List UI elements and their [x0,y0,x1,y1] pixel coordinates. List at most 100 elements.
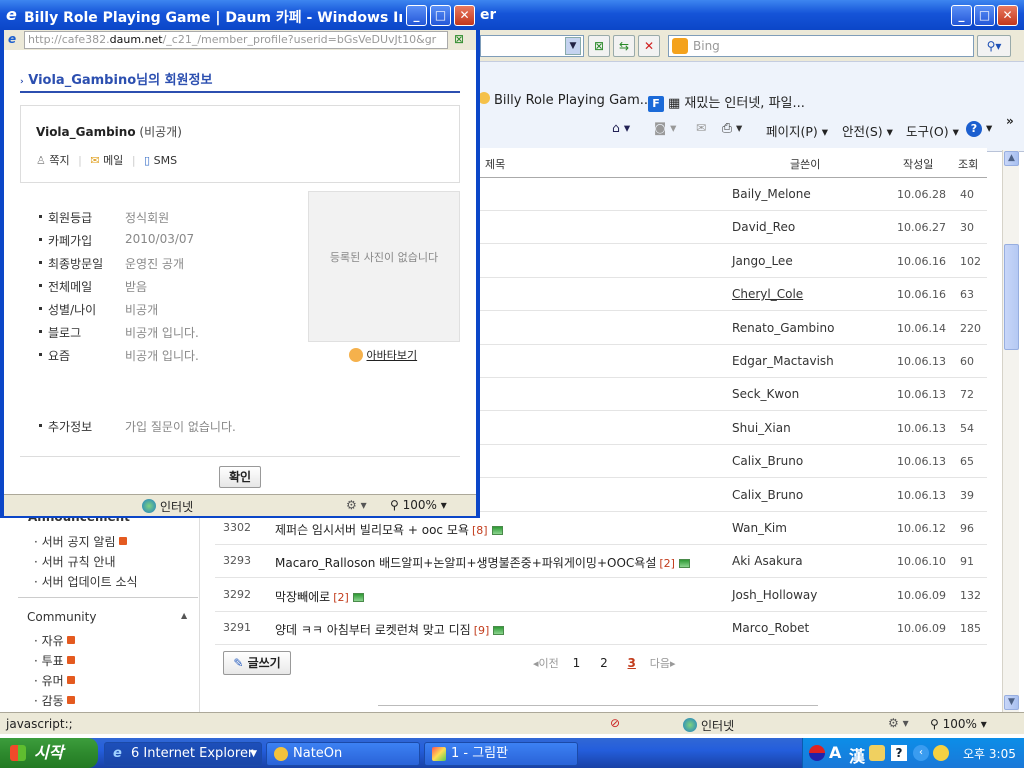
mail-action[interactable]: ✉ 메일 [90,154,123,167]
taskbar-item-nateon[interactable]: NateOn [266,742,420,766]
help-icon[interactable]: ? ▾ [966,120,992,137]
popup-titlebar: e Billy Role Playing Game | Daum 카페 - Wi… [0,0,480,30]
post-date: 10.06.14 [897,322,946,335]
image-attached-icon [491,526,503,535]
sidebar-item-touching[interactable]: · 감동 [34,692,75,709]
sidebar-item-vote[interactable]: · 투표 [34,652,75,669]
note-action[interactable]: ♙ 쪽지 [36,154,70,167]
post-author[interactable]: Baily_Melone [732,187,811,201]
minimize-button[interactable]: _ [951,5,972,26]
taskbar-item-paint[interactable]: 1 - 그림판 [424,742,578,766]
confirm-button[interactable]: 확인 [219,466,261,488]
favorite-f-icon: F [648,96,664,112]
safety-menu[interactable]: 안전(S) ▾ [842,121,893,140]
protected-mode-icon[interactable]: ⚙ ▾ [346,498,367,512]
comment-count[interactable]: [2] [659,557,675,570]
sidebar-item-update[interactable]: · 서버 업데이트 소식 [34,573,138,590]
post-author[interactable]: Jango_Lee [732,254,793,268]
zoom-control[interactable]: ⚲ 100% ▾ [930,717,987,731]
popup-zoom-control[interactable]: ⚲ 100% ▾ [390,498,447,512]
comment-count[interactable]: [9] [474,624,490,637]
post-author[interactable]: Shui_Xian [732,421,791,435]
privacy-icon[interactable]: ⊘ [610,716,620,730]
search-button[interactable]: ⚲▾ [977,35,1011,57]
sidebar-item-notice[interactable]: · 서버 공지 알림 [34,533,127,550]
post-author[interactable]: Seck_Kwon [732,387,799,401]
sms-action[interactable]: ▯ SMS [144,154,177,167]
popup-minimize-button[interactable]: _ [406,5,427,26]
comment-count[interactable]: [8] [472,524,488,537]
compat-view-icon[interactable]: ⊠ [454,32,464,46]
sidebar-item-free[interactable]: · 자유 [34,632,75,649]
post-author[interactable]: Calix_Bruno [732,454,803,468]
close-button[interactable]: ✕ [997,5,1018,26]
table-row[interactable]: 3292 막장빼에로 [2] Josh_Holloway 10.06.09 132 [215,579,987,612]
bullet [39,353,42,356]
start-button[interactable]: 시작 [0,738,98,768]
comment-count[interactable]: [2] [333,591,349,604]
post-author[interactable]: Renato_Gambino [732,321,834,335]
page-link-1[interactable]: 1 [573,656,581,670]
post-title[interactable]: 양데 ㅋㅋ 아침부터 로켓런쳐 맞고 디짐 [9] [275,621,505,638]
protected-mode-icon[interactable]: ⚙ ▾ [888,716,909,730]
maximize-button[interactable]: □ [974,5,995,26]
tools-menu[interactable]: 도구(O) ▾ [906,121,959,140]
popup-close-button[interactable]: ✕ [454,5,475,26]
popup-url[interactable]: http://cafe382.daum.net/_c21_/member_pro… [24,31,448,49]
search-input[interactable]: Bing [668,35,974,57]
avatar-link[interactable]: 아바타보기 [349,347,417,363]
page-link-2[interactable]: 2 [600,656,608,670]
post-author[interactable]: David_Reo [732,220,795,234]
pagination-next[interactable]: 다음▸ [650,657,676,670]
ime-hanja[interactable]: 漢 [849,743,865,767]
popup-maximize-button[interactable]: □ [430,5,451,26]
post-author[interactable]: Josh_Holloway [732,588,817,602]
address-dropdown[interactable]: ▼ [480,35,584,57]
scroll-down-button[interactable]: ▼ [1004,695,1019,710]
sidebar-item-rules[interactable]: · 서버 규칙 안내 [34,553,116,570]
post-title[interactable]: 막장빼에로 [2] [275,588,364,605]
scroll-thumb[interactable] [1004,244,1019,350]
help-icon[interactable]: ? [891,745,907,761]
korean-flag-icon[interactable] [809,745,825,761]
ime-lang[interactable]: A [829,743,841,762]
post-author[interactable]: Edgar_Mactavish [732,354,834,368]
feeds-icon[interactable]: ◙ ▾ [654,120,676,135]
post-date: 10.06.16 [897,288,946,301]
home-icon[interactable]: ⌂ ▾ [612,120,630,135]
post-title[interactable]: Macaro_Ralloson 배드알피+논알피+생명불존중+파워게이밍+OOC… [275,554,690,571]
post-date: 10.06.13 [897,422,946,435]
stop-icon[interactable]: ✕ [638,35,660,57]
chevron-down-icon[interactable]: ▼ [565,37,581,55]
mail-icon[interactable]: ✉ [696,120,706,135]
sidebar-separator [18,597,198,598]
collapse-icon[interactable]: ▲ [181,611,187,620]
post-number: 3292 [223,588,251,601]
post-author[interactable]: Cheryl_Cole [732,287,803,301]
pagination-prev[interactable]: ◂이전 [533,657,559,670]
post-title[interactable]: 제퍼슨 임시서버 빌리모욕 + ooc 모욕 [8] [275,521,503,538]
vertical-scrollbar[interactable]: ▲ ▼ [1002,150,1019,712]
compat-view-icon[interactable]: ⊠ [588,35,610,57]
tray-expand-icon[interactable]: ‹ [913,745,929,761]
write-button[interactable]: ✎ 글쓰기 [223,651,291,675]
post-author[interactable]: Aki Asakura [732,554,803,568]
favorite-item-billy[interactable]: Billy Role Playing Gam... [478,92,652,108]
refresh-icon[interactable]: ⇆ [613,35,635,57]
favorite-item-fun[interactable]: F ▦ 재밌는 인터넷, 파일... [648,92,805,112]
post-author[interactable]: Wan_Kim [732,521,787,535]
taskbar-item-ie[interactable]: e 6 Internet Explorer ▼ [104,742,262,766]
post-author[interactable]: Marco_Robet [732,621,809,635]
favorites-chevron[interactable]: » [1006,114,1014,128]
page-link-current[interactable]: 3 [628,656,636,670]
print-icon[interactable]: ⎙ ▾ [722,120,742,136]
photo-placeholder: 등록된 사진이 없습니다 [308,191,460,342]
tray-app-icon[interactable] [869,745,885,761]
table-row[interactable]: 3291 양데 ㅋㅋ 아침부터 로켓런쳐 맞고 디짐 [9] Marco_Robet 1… [215,612,987,645]
scroll-up-button[interactable]: ▲ [1004,151,1019,166]
post-author[interactable]: Calix_Bruno [732,488,803,502]
messenger-icon[interactable] [933,745,949,761]
sidebar-item-humor[interactable]: · 유머 [34,672,75,689]
table-row[interactable]: 3293 Macaro_Ralloson 배드알피+논알피+생명불존중+파워게이밍… [215,545,987,578]
page-menu[interactable]: 페이지(P) ▾ [766,121,828,140]
